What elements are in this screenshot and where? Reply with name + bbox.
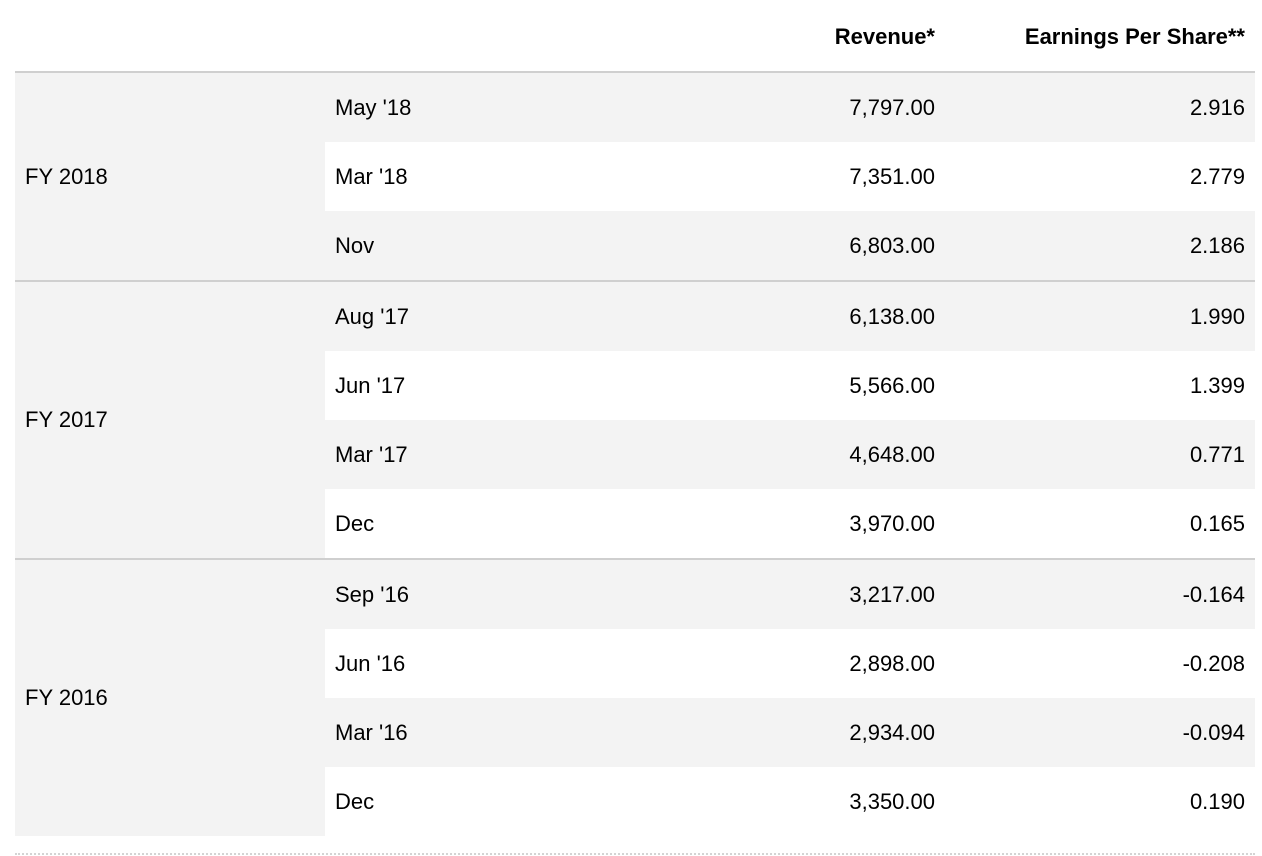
eps-cell: 1.399 <box>1189 372 1245 398</box>
table-row: Dec 3,350.00 0.190 <box>325 767 1255 836</box>
revenue-cell: 6,803.00 <box>849 232 935 258</box>
year-group-fy2018: FY 2018 May '18 7,797.00 2.916 Mar '18 7… <box>15 73 1255 282</box>
period-cell: Sep '16 <box>335 581 409 607</box>
table-header: Revenue* Earnings Per Share** <box>15 0 1255 73</box>
eps-cell: 1.990 <box>1189 303 1245 329</box>
revenue-cell: 3,217.00 <box>849 581 935 607</box>
revenue-cell: 7,351.00 <box>849 163 935 189</box>
table-row: May '18 7,797.00 2.916 <box>325 73 1255 142</box>
table-row: Dec 3,970.00 0.165 <box>325 489 1255 558</box>
eps-cell: 0.771 <box>1189 441 1245 467</box>
period-cell: Jun '17 <box>335 372 406 398</box>
period-cell: Dec <box>335 788 375 814</box>
revenue-cell: 2,934.00 <box>849 719 935 745</box>
table-row: Mar '18 7,351.00 2.779 <box>325 142 1255 211</box>
revenue-cell: 4,648.00 <box>849 441 935 467</box>
financials-table: Revenue* Earnings Per Share** FY 2018 Ma… <box>15 0 1255 836</box>
eps-cell: 0.190 <box>1189 788 1245 814</box>
revenue-cell: 3,350.00 <box>849 788 935 814</box>
year-label: FY 2017 <box>15 282 325 558</box>
revenue-cell: 7,797.00 <box>849 94 935 120</box>
table-row: Aug '17 6,138.00 1.990 <box>325 282 1255 351</box>
table-row: Jun '16 2,898.00 -0.208 <box>325 629 1255 698</box>
period-cell: Dec <box>335 510 375 536</box>
eps-cell: 2.916 <box>1189 94 1245 120</box>
eps-cell: -0.208 <box>1182 650 1245 676</box>
eps-cell: 2.186 <box>1189 232 1245 258</box>
year-label: FY 2018 <box>15 73 325 280</box>
eps-cell: 0.165 <box>1189 510 1245 536</box>
period-cell: May '18 <box>335 94 412 120</box>
eps-cell: -0.164 <box>1182 581 1245 607</box>
revenue-cell: 6,138.00 <box>849 303 935 329</box>
year-group-fy2016: FY 2016 Sep '16 3,217.00 -0.164 Jun '16 … <box>15 560 1255 836</box>
period-cell: Jun '16 <box>335 650 406 676</box>
table-row: Jun '17 5,566.00 1.399 <box>325 351 1255 420</box>
eps-cell: 2.779 <box>1189 163 1245 189</box>
revenue-cell: 3,970.00 <box>849 510 935 536</box>
year-label: FY 2016 <box>15 560 325 836</box>
table-row: Nov 6,803.00 2.186 <box>325 211 1255 280</box>
revenue-cell: 5,566.00 <box>849 372 935 398</box>
period-cell: Mar '18 <box>335 163 408 189</box>
period-cell: Mar '17 <box>335 441 408 467</box>
revenue-cell: 2,898.00 <box>849 650 935 676</box>
table-row: Sep '16 3,217.00 -0.164 <box>325 560 1255 629</box>
eps-cell: -0.094 <box>1182 719 1245 745</box>
dotted-divider <box>15 853 1255 855</box>
period-cell: Nov <box>335 232 375 258</box>
period-cell: Mar '16 <box>335 719 408 745</box>
period-cell: Aug '17 <box>335 303 409 329</box>
table-row: Mar '16 2,934.00 -0.094 <box>325 698 1255 767</box>
column-header-eps: Earnings Per Share** <box>1024 24 1245 49</box>
year-group-fy2017: FY 2017 Aug '17 6,138.00 1.990 Jun '17 5… <box>15 282 1255 560</box>
table-row: Mar '17 4,648.00 0.771 <box>325 420 1255 489</box>
column-header-revenue: Revenue* <box>834 24 935 49</box>
